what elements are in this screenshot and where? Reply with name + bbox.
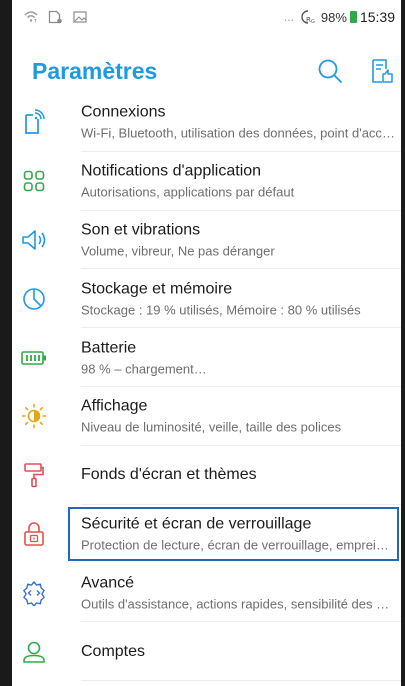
paint-roller-icon [21, 462, 47, 488]
page-title: Paramètres [32, 58, 158, 84]
settings-item-label: Stockage et mémoire [81, 280, 233, 298]
settings-item-subtitle: Niveau de luminosité, veille, taille des… [81, 419, 342, 435]
settings-item-subtitle: Outils d'assistance, actions rapides, se… [81, 596, 395, 612]
settings-item-subtitle: Autorisations, applications par défaut [81, 184, 295, 200]
settings-item-text: Fonds d'écran et thèmes [81, 465, 395, 485]
account-icon [21, 639, 47, 665]
settings-item-subtitle: Wi-Fi, Bluetooth, utilisation des donnée… [81, 125, 395, 141]
settings-item-text: Affichage Niveau de luminosité, veille, … [81, 397, 395, 436]
settings-item-label: Batterie [81, 339, 137, 357]
settings-item-security[interactable]: Sécurité et écran de verrouillage Protec… [12, 505, 401, 564]
settings-item-label: Son et vibrations [81, 221, 201, 239]
screenshot-icon [48, 10, 63, 24]
settings-item-advanced[interactable]: Avancé Outils d'assistance, actions rapi… [12, 563, 401, 623]
settings-item-battery[interactable]: Batterie 98 % – chargement… [12, 328, 401, 387]
settings-item-notifications[interactable]: Notifications d'application Autorisation… [12, 152, 401, 211]
settings-item-text: Connexions Wi-Fi, Bluetooth, utilisation… [81, 103, 395, 142]
phone-wireless-icon [21, 109, 47, 135]
settings-item-text: Sécurité et écran de verrouillage Protec… [81, 514, 395, 553]
settings-item-accounts[interactable]: Comptes [12, 622, 401, 681]
search-icon [318, 59, 342, 83]
settings-item-subtitle: 98 % – chargement… [81, 361, 207, 377]
battery-charging-icon [349, 11, 357, 23]
settings-item-label: Affichage [81, 397, 148, 415]
settings-item-label: Comptes [81, 642, 146, 660]
lock-icon [21, 521, 47, 547]
settings-header: Paramètres [12, 54, 401, 94]
svg-text:G: G [311, 19, 315, 24]
settings-item-label: Avancé [81, 574, 135, 592]
wifi-off-icon: ? [24, 10, 38, 24]
search-button[interactable] [315, 56, 345, 86]
tips-button[interactable] [367, 56, 397, 86]
settings-item-label: Notifications d'application [81, 162, 262, 180]
speaker-icon [21, 227, 47, 253]
settings-item-text: Stockage et mémoire Stockage : 19 % util… [81, 279, 395, 318]
image-icon [73, 11, 87, 23]
battery-icon [21, 345, 47, 371]
settings-screen: ? ... RG 98% 15:39 Paramètres Connexions… [12, 0, 401, 686]
settings-item-text: Notifications d'application Autorisation… [81, 162, 395, 201]
settings-item-label: Connexions [81, 103, 166, 121]
settings-item-text: Batterie 98 % – chargement… [81, 338, 395, 377]
divider [81, 679, 401, 681]
settings-item-subtitle: Stockage : 19 % utilisés, Mémoire : 80 %… [81, 302, 361, 318]
status-bar: ? ... RG 98% 15:39 [12, 0, 401, 36]
svg-text:?: ? [34, 19, 37, 24]
settings-item-connexions[interactable]: Connexions Wi-Fi, Bluetooth, utilisation… [12, 93, 401, 152]
settings-item-subtitle: Volume, vibreur, Ne pas déranger [81, 243, 275, 259]
settings-item-label: Sécurité et écran de verrouillage [81, 515, 312, 533]
settings-item-text: Son et vibrations Volume, vibreur, Ne pa… [81, 220, 395, 259]
settings-item-label: Fonds d'écran et thèmes [81, 466, 257, 484]
tips-thumb-icon [372, 59, 393, 83]
status-time: 15:39 [359, 9, 395, 25]
gear-advanced-icon [21, 580, 47, 606]
settings-list: Connexions Wi-Fi, Bluetooth, utilisation… [12, 93, 401, 681]
status-right: ... RG 98% 15:39 [284, 9, 395, 25]
settings-item-text: Comptes [81, 642, 395, 662]
settings-item-display[interactable]: Affichage Niveau de luminosité, veille, … [12, 387, 401, 446]
apps-grid-icon [21, 168, 47, 194]
brightness-icon [21, 403, 47, 429]
battery-percent: 98% [320, 9, 347, 25]
status-dots: ... [283, 10, 294, 24]
settings-item-text: Avancé Outils d'assistance, actions rapi… [81, 573, 395, 612]
settings-item-subtitle: Protection de lecture, écran de verrouil… [81, 537, 395, 553]
settings-item-wallpaper[interactable]: Fonds d'écran et thèmes [12, 446, 401, 505]
status-left: ? [24, 10, 87, 24]
nfc-signal-icon: RG [300, 10, 318, 24]
settings-item-sound[interactable]: Son et vibrations Volume, vibreur, Ne pa… [12, 211, 401, 270]
pie-chart-icon [21, 286, 47, 312]
settings-item-storage[interactable]: Stockage et mémoire Stockage : 19 % util… [12, 269, 401, 329]
